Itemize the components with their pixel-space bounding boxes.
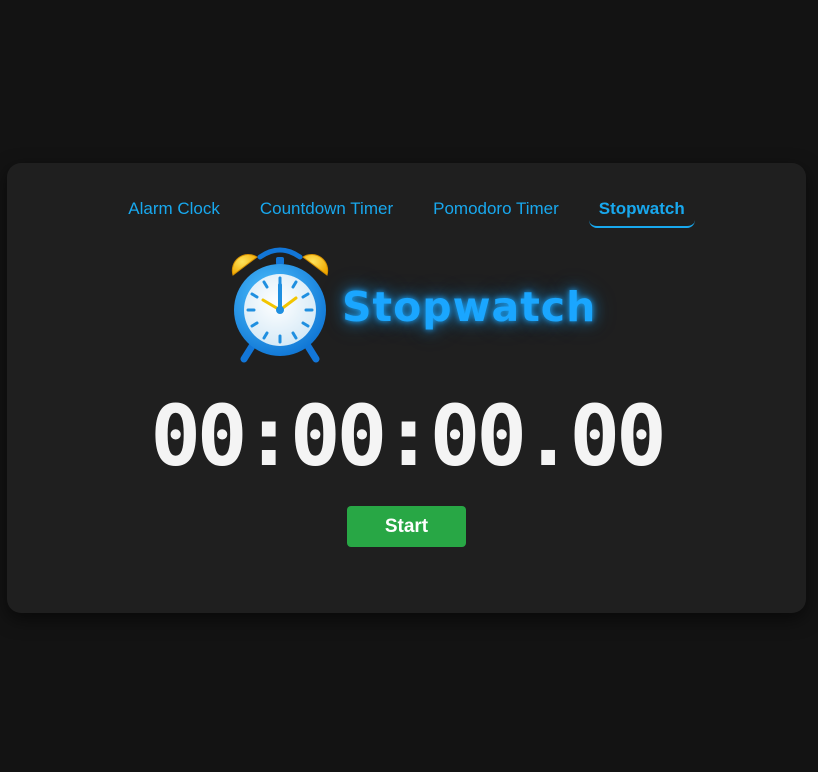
alarm-clock-icon: [231, 247, 329, 363]
stopwatch-display: 00:00:00.00: [150, 387, 666, 485]
tab-pomodoro-timer[interactable]: Pomodoro Timer: [423, 193, 569, 228]
tab-countdown-timer[interactable]: Countdown Timer: [250, 193, 403, 228]
page-title: Stopwatch: [342, 283, 597, 331]
tab-alarm-clock[interactable]: Alarm Clock: [118, 193, 230, 228]
tab-bar: Alarm Clock Countdown Timer Pomodoro Tim…: [7, 193, 806, 228]
start-button[interactable]: Start: [347, 506, 466, 547]
page-header: Stopwatch: [7, 245, 806, 365]
stopwatch-card: Alarm Clock Countdown Timer Pomodoro Tim…: [7, 163, 806, 613]
tab-stopwatch[interactable]: Stopwatch: [588, 193, 695, 228]
